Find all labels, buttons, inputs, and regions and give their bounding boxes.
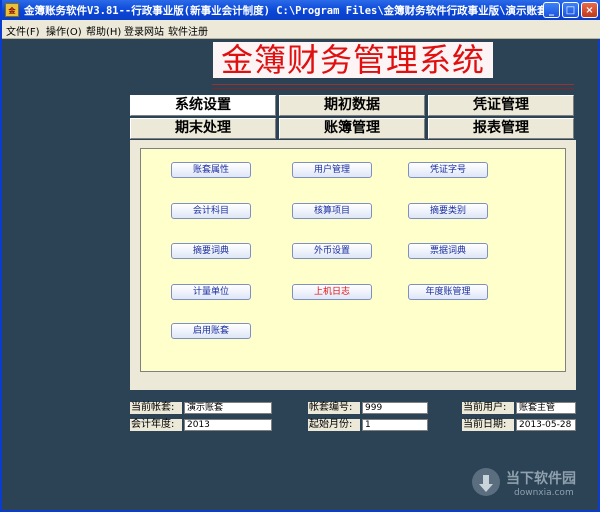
summary-dictionary-button[interactable]: 摘要词典 xyxy=(171,243,251,259)
current-date-field: 2013-05-28 xyxy=(516,419,576,431)
foreign-currency-button[interactable]: 外币设置 xyxy=(292,243,372,259)
summary-categories-button[interactable]: 摘要类别 xyxy=(408,203,488,219)
tab-period-end[interactable]: 期末处理 xyxy=(130,118,276,139)
watermark-url: downxia.com xyxy=(514,488,574,498)
bill-dictionary-button[interactable]: 票据词典 xyxy=(408,243,488,259)
set-number-field: 999 xyxy=(362,402,428,414)
close-button[interactable]: × xyxy=(581,2,598,18)
set-number-label: 帐套编号: xyxy=(308,402,360,414)
title-bar[interactable]: 金 金簿账务软件V3.81--行政事业版(新事业会计制度) C:\Program… xyxy=(2,0,600,20)
title-divider-2 xyxy=(212,88,574,89)
watermark-name: 当下软件园 xyxy=(506,471,576,487)
app-icon[interactable]: 金 xyxy=(5,3,19,17)
current-set-field: 演示账套 xyxy=(184,402,272,414)
download-logo-icon xyxy=(472,468,500,496)
start-month-field: 1 xyxy=(362,419,428,431)
tab-system-settings[interactable]: 系统设置 xyxy=(130,95,276,116)
downxia-watermark: 当下软件园 downxia.com xyxy=(472,466,592,502)
app-title: 金簿财务管理系统 xyxy=(213,42,493,78)
checking-items-button[interactable]: 核算项目 xyxy=(292,203,372,219)
window-title: 金簿账务软件V3.81--行政事业版(新事业会计制度) C:\Program F… xyxy=(24,5,548,17)
maximize-button[interactable]: □ xyxy=(562,2,579,18)
fiscal-year-label: 会计年度: xyxy=(130,419,182,431)
menu-operation[interactable]: 操作(O) xyxy=(46,23,82,38)
app-window: 金 金簿账务软件V3.81--行政事业版(新事业会计制度) C:\Program… xyxy=(0,0,600,512)
title-divider xyxy=(212,84,574,85)
user-management-button[interactable]: 用户管理 xyxy=(292,162,372,178)
download-arrow-icon xyxy=(479,475,493,492)
enable-account-button[interactable]: 启用账套 xyxy=(171,323,251,339)
menu-file[interactable]: 文件(F) xyxy=(6,23,40,38)
accounting-subjects-button[interactable]: 会计科目 xyxy=(171,203,251,219)
annual-account-button[interactable]: 年度账管理 xyxy=(408,284,488,300)
minimize-button[interactable]: _ xyxy=(543,2,560,18)
tab-initial-data[interactable]: 期初数据 xyxy=(279,95,425,116)
menu-help[interactable]: 帮助(H) xyxy=(86,23,121,38)
current-set-label: 当前帐套: xyxy=(130,402,182,414)
function-panel: 账套属性 用户管理 凭证字号 会计科目 核算项目 摘要类别 摘要词典 外币设置 … xyxy=(140,148,566,372)
menu-login-website[interactable]: 登录网站 xyxy=(124,23,164,38)
login-log-button[interactable]: 上机日志 xyxy=(292,284,372,300)
module-tabs: 系统设置 期初数据 凭证管理 期末处理 账簿管理 报表管理 xyxy=(130,95,576,140)
tab-ledger-management[interactable]: 账簿管理 xyxy=(279,118,425,139)
menu-bar: 文件(F) 操作(O) 帮助(H) 登录网站 软件注册 xyxy=(2,20,600,39)
menu-software-register[interactable]: 软件注册 xyxy=(168,23,208,38)
tab-report-management[interactable]: 报表管理 xyxy=(428,118,574,139)
account-set-properties-button[interactable]: 账套属性 xyxy=(171,162,251,178)
current-user-field: 账套主管 xyxy=(516,402,576,414)
fiscal-year-field: 2013 xyxy=(184,419,272,431)
current-date-label: 当前日期: xyxy=(462,419,514,431)
current-user-label: 当前用户: xyxy=(462,402,514,414)
tab-voucher-management[interactable]: 凭证管理 xyxy=(428,95,574,116)
voucher-types-button[interactable]: 凭证字号 xyxy=(408,162,488,178)
start-month-label: 起始月份: xyxy=(308,419,360,431)
measure-units-button[interactable]: 计量单位 xyxy=(171,284,251,300)
